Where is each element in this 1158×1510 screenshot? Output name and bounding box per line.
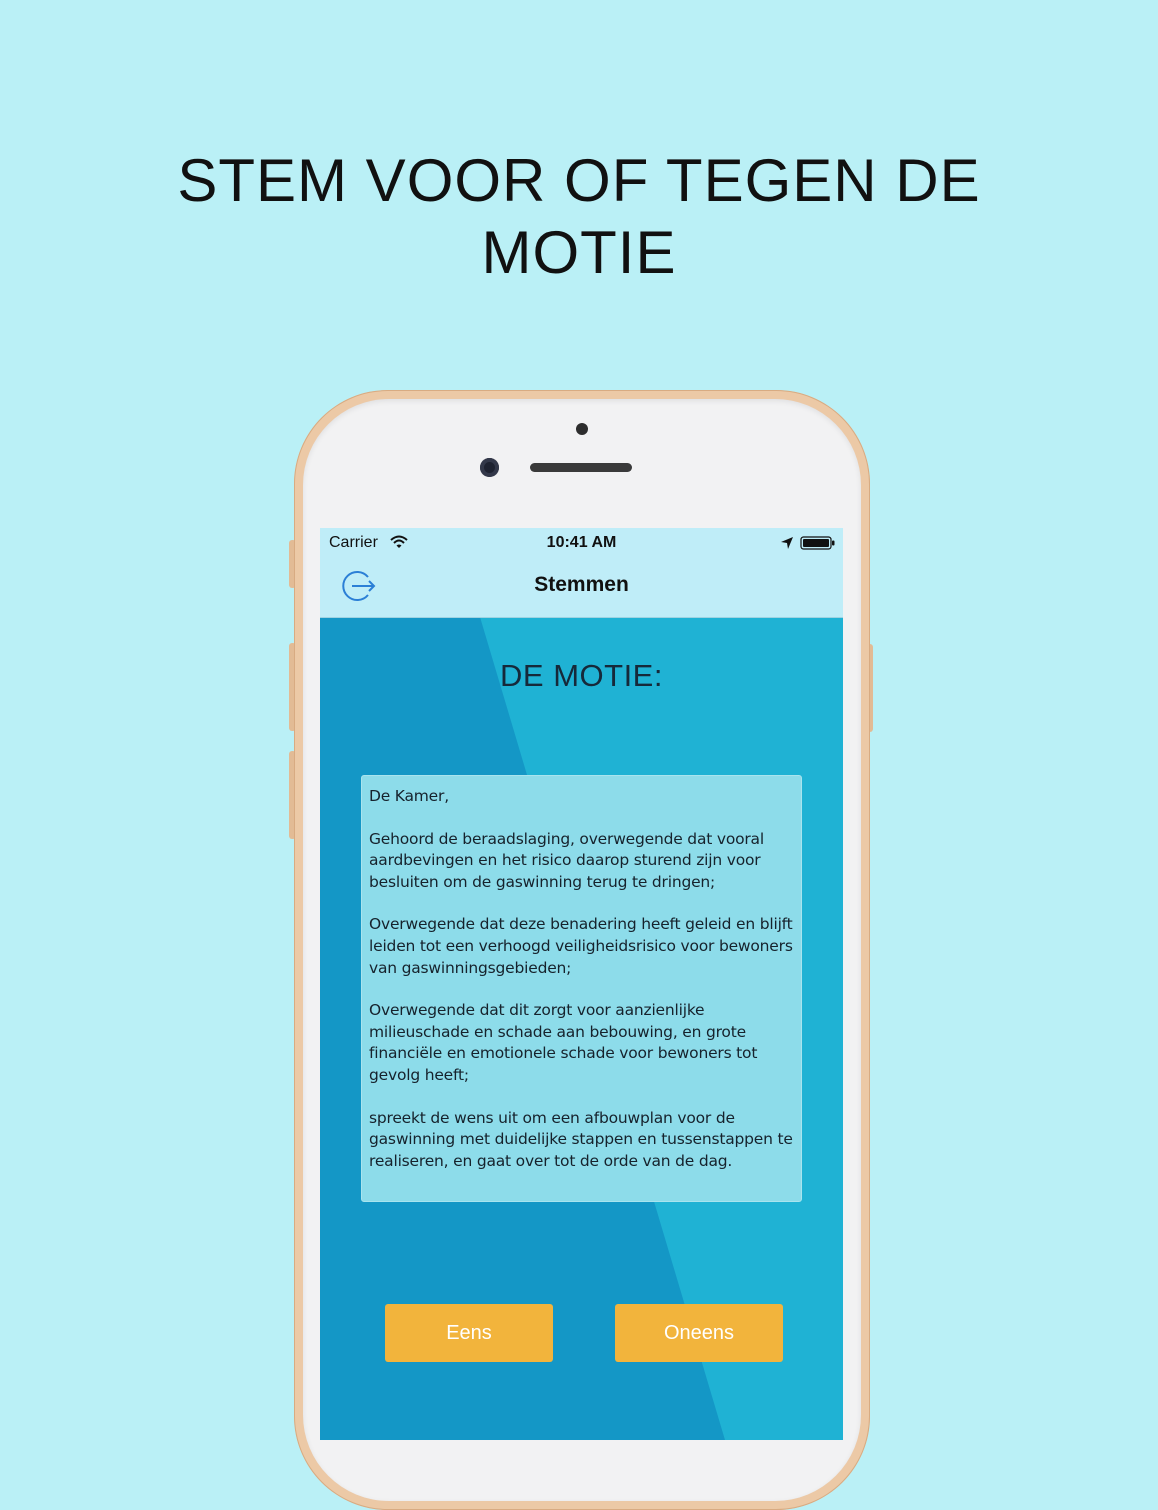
earpiece-speaker [530,463,632,472]
headline-line-1: STEM VOOR OF TEGEN DE [177,147,981,214]
navigation-bar: Carrier 10:41 AM Stemmen [320,528,843,618]
motie-paragraph: Overwegende dat dit zorgt voor aanzienli… [369,1001,758,1084]
agree-button[interactable]: Eens [385,1304,553,1362]
front-camera [480,458,499,477]
status-time: 10:41 AM [546,534,617,551]
motie-heading: DE MOTIE: [500,658,663,693]
phone-screen: Carrier 10:41 AM Stemmen DE MOTIE: De Ka… [320,528,843,1440]
nav-title: Stemmen [534,573,629,596]
motie-paragraph: De Kamer, [369,787,449,805]
motie-paragraph: Overwegende dat deze benadering heeft ge… [369,915,793,977]
battery-icon [800,536,835,550]
proximity-sensor [576,423,588,435]
location-arrow-icon [781,537,793,549]
motie-text-box: De Kamer, Gehoord de beraadslaging, over… [361,775,802,1202]
motie-paragraph: spreekt de wens uit om een afbouwplan vo… [369,1108,793,1170]
motie-paragraph: Gehoord de beraadslaging, overwegende da… [369,829,764,891]
headline-line-2: MOTIE [481,219,677,286]
disagree-button[interactable]: Oneens [615,1304,783,1362]
page-headline: STEM VOOR OF TEGEN DE MOTIE [0,145,1158,289]
